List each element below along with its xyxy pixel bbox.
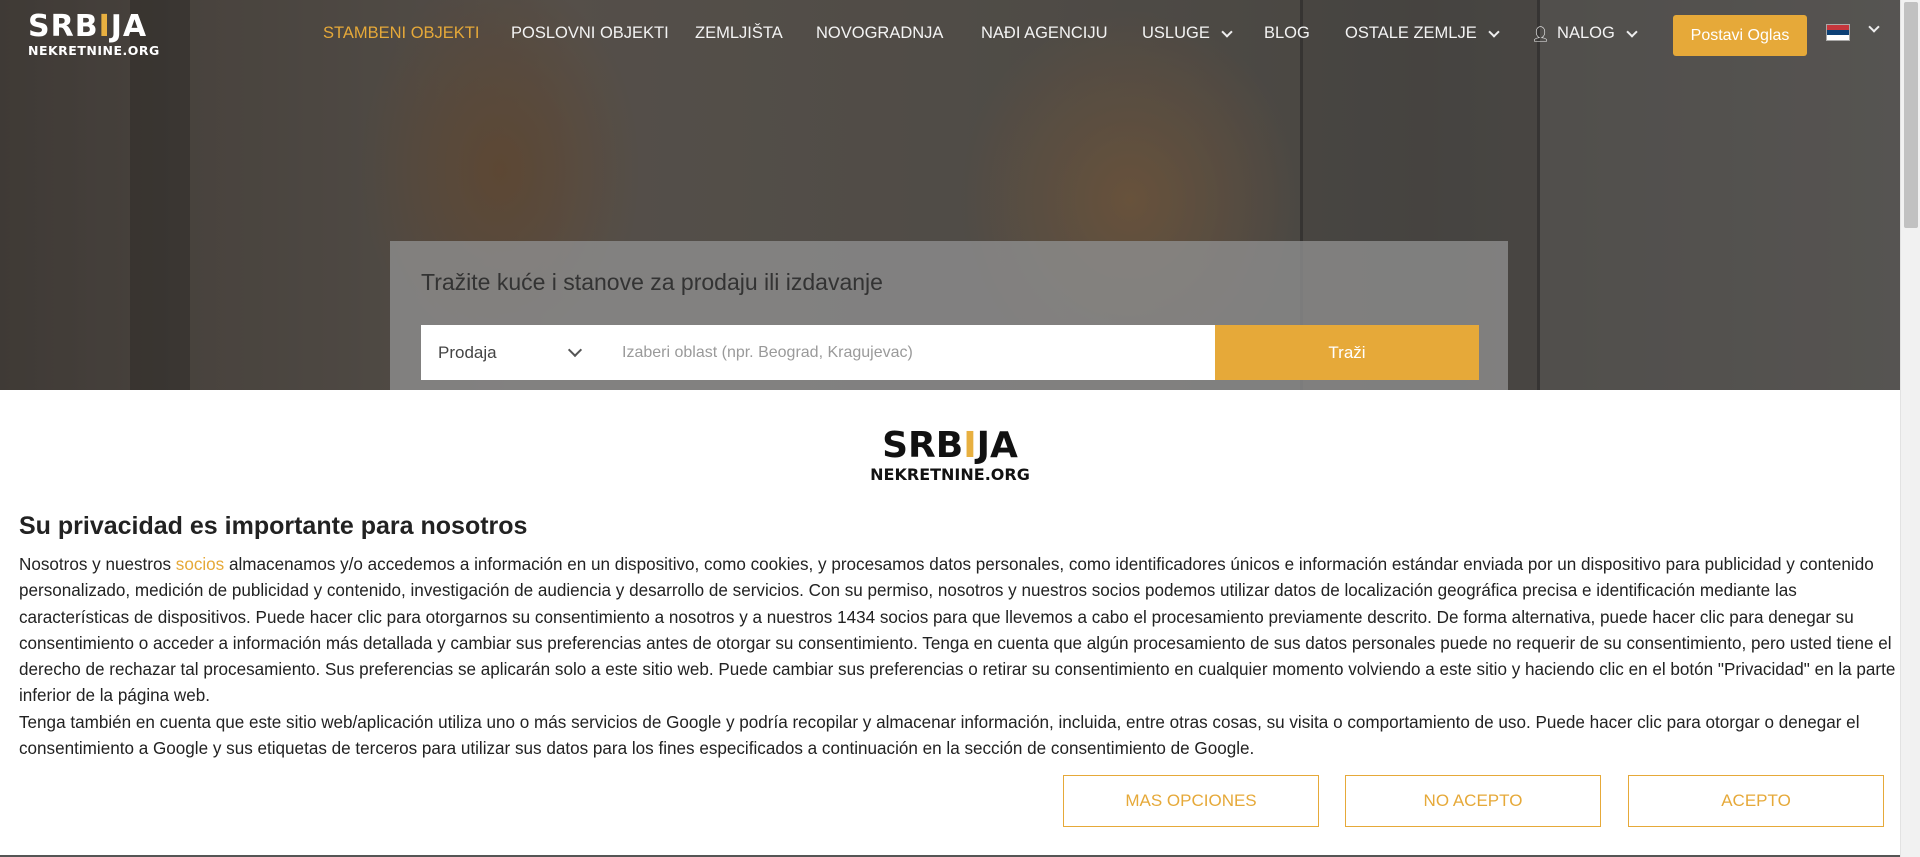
consent-paragraph-2: Tenga también en cuenta que este sitio w…	[19, 712, 1860, 759]
accept-button[interactable]: ACEPTO	[1628, 775, 1884, 827]
nav-usluge[interactable]: USLUGE	[1142, 24, 1233, 43]
nav-label: NOVOGRADNJA	[816, 24, 944, 42]
keyhole-icon: I	[963, 425, 977, 466]
nav-label: STAMBENI OBJEKTI	[323, 24, 480, 42]
search-button[interactable]: Traži	[1215, 325, 1479, 380]
serbia-flag-icon[interactable]	[1826, 24, 1850, 41]
nav-ostale-zemlje[interactable]: OSTALE ZEMLJE	[1345, 24, 1500, 43]
post-ad-button[interactable]: Postavi Oglas	[1673, 15, 1807, 56]
nav-nadji-agenciju[interactable]: NAĐI AGENCIJU	[981, 24, 1108, 43]
vertical-scrollbar[interactable]	[1900, 0, 1920, 857]
chevron-down-icon	[1221, 25, 1233, 38]
consent-text-segment: almacenamos y/o accedemos a información …	[19, 555, 1896, 706]
consent-body: Nosotros y nuestros socios almacenamos y…	[19, 552, 1899, 762]
reject-button[interactable]: NO ACEPTO	[1345, 775, 1601, 827]
user-icon: 👤︎	[1531, 25, 1551, 43]
nav-zemljista[interactable]: ZEMLJIŠTA	[695, 24, 783, 43]
nav-poslovni-objekti[interactable]: POSLOVNI OBJEKTI	[511, 24, 669, 43]
privacy-consent-dialog: SRBIJA NEKRETNINE.ORG Su privacidad es i…	[0, 390, 1900, 857]
search-title: Tražite kuće i stanove za prodaju ili iz…	[421, 269, 883, 295]
nav-label: NAĐI AGENCIJU	[981, 24, 1108, 42]
scrollbar-thumb[interactable]	[1904, 2, 1918, 228]
consent-heading: Su privacidad es importante para nosotro…	[19, 512, 528, 540]
deal-type-value: Prodaja	[438, 342, 497, 362]
more-options-button[interactable]: MAS OPCIONES	[1063, 775, 1319, 827]
consent-logo-domain: NEKRETNINE.ORG	[870, 465, 1030, 484]
consent-logo-wordmark: SRBIJA	[882, 425, 1018, 466]
partners-link[interactable]: socios	[176, 555, 224, 574]
nav-label: POSLOVNI OBJEKTI	[511, 24, 669, 42]
nav-blog[interactable]: BLOG	[1264, 24, 1310, 43]
property-search-panel: Tražite kuće i stanove za prodaju ili iz…	[390, 241, 1508, 401]
nav-nalog[interactable]: 👤︎ NALOG	[1531, 24, 1638, 43]
chevron-down-icon	[1626, 25, 1638, 38]
logo-wordmark: SRBIJA	[28, 9, 148, 44]
logo-domain: NEKRETNINE.ORG	[28, 43, 160, 58]
language-chevron-down-icon[interactable]	[1868, 21, 1880, 33]
nav-stambeni-objekti[interactable]: STAMBENI OBJEKTI	[323, 24, 479, 43]
deal-type-select[interactable]: Prodaja	[421, 325, 597, 380]
top-navigation: SRBIJA NEKRETNINE.ORG STAMBENI OBJEKTI P…	[0, 0, 1900, 70]
chevron-down-icon	[567, 342, 583, 357]
nav-label: BLOG	[1264, 24, 1310, 42]
site-logo[interactable]: SRBIJA NEKRETNINE.ORG	[28, 12, 178, 60]
nav-label: ZEMLJIŠTA	[695, 24, 783, 42]
keyhole-icon: I	[98, 9, 111, 44]
nav-novogradnja[interactable]: NOVOGRADNJA	[816, 24, 943, 43]
consent-text-segment: Nosotros y nuestros	[19, 555, 176, 574]
area-search-input[interactable]	[597, 325, 1215, 380]
nav-label: OSTALE ZEMLJE	[1345, 24, 1477, 42]
chevron-down-icon	[1488, 25, 1500, 38]
consent-paragraph-1: Nosotros y nuestros socios almacenamos y…	[19, 552, 1899, 710]
nav-label: NALOG	[1557, 24, 1615, 42]
consent-logo: SRBIJA NEKRETNINE.ORG	[0, 425, 1900, 485]
nav-label: USLUGE	[1142, 24, 1210, 42]
